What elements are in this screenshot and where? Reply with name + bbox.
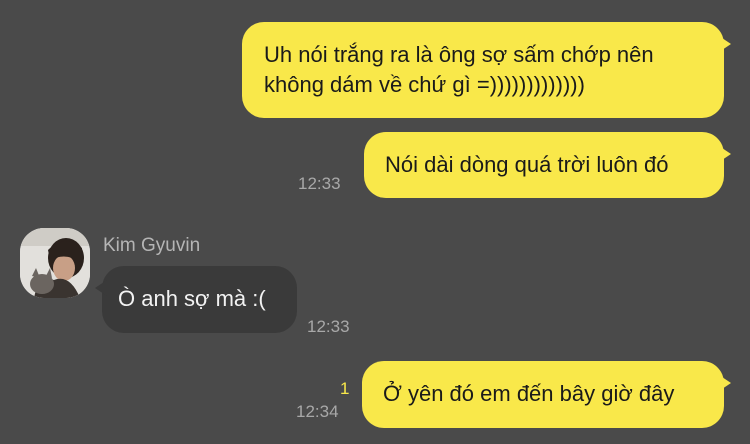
message-timestamp: 12:33 — [298, 174, 341, 193]
message-bubble-incoming[interactable]: Ò anh sợ mà :( — [95, 266, 297, 333]
sender-name: Kim Gyuvin — [103, 235, 201, 256]
message-timestamp: 12:33 — [307, 317, 350, 336]
message-text-line: không dám về chứ gì =))))))))))))) — [264, 72, 585, 97]
message-text: Nói dài dòng quá trời luôn đó — [385, 152, 669, 177]
unread-count: 1 — [340, 379, 350, 398]
message-bubble-outgoing[interactable]: Ở yên đó em đến bây giờ đây — [362, 361, 731, 428]
avatar[interactable] — [20, 228, 90, 298]
message-text: Ở yên đó em đến bây giờ đây — [383, 381, 675, 406]
profile-photo-icon — [20, 228, 90, 298]
message-bubble-outgoing[interactable]: Nói dài dòng quá trời luôn đó — [364, 132, 731, 198]
message-bubble-outgoing[interactable]: Uh nói trắng ra là ông sợ sấm chớp nên k… — [242, 22, 731, 118]
message-text: Ò anh sợ mà :( — [118, 286, 266, 311]
message-text-line: Uh nói trắng ra là ông sợ sấm chớp nên — [264, 42, 654, 67]
message-timestamp: 12:34 — [296, 402, 339, 421]
